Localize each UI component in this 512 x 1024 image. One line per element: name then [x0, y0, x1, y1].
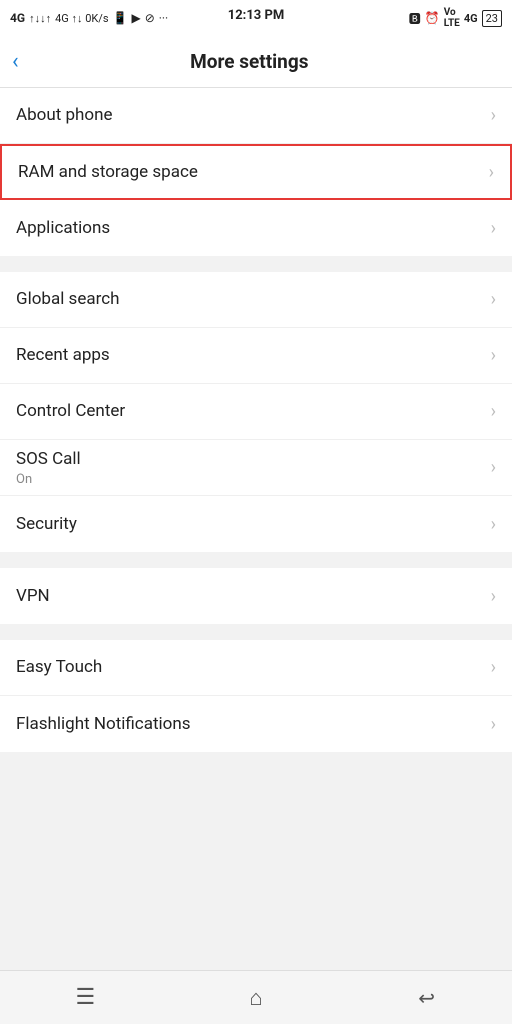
lte-label: VoLTE	[444, 7, 460, 29]
status-time: 12:13 PM	[228, 8, 285, 23]
bluetooth-icon: 🅱	[409, 10, 421, 27]
alarm-icon: ⏰	[425, 11, 440, 25]
header: ‹ More settings	[0, 36, 512, 88]
settings-item-recent-apps[interactable]: Recent apps ›	[0, 328, 512, 384]
back-button[interactable]: ‹	[12, 43, 29, 80]
battery-indicator: 23	[482, 10, 502, 27]
about-phone-label: About phone	[16, 104, 113, 126]
security-label: Security	[16, 513, 77, 535]
nav-menu-button[interactable]: ☰	[55, 978, 115, 1018]
section-vpn: VPN ›	[0, 568, 512, 624]
status-bar: 4G ↑↓↓↑ 4G ↑↓ 0K/s 📱 ▶ ⊘ ··· 12:13 PM 🅱 …	[0, 0, 512, 36]
section-features: Global search › Recent apps › Control Ce…	[0, 272, 512, 552]
settings-item-global-search[interactable]: Global search ›	[0, 272, 512, 328]
item-content-applications: Applications	[16, 217, 110, 239]
item-content-vpn: VPN	[16, 585, 50, 607]
item-content-easy-touch: Easy Touch	[16, 656, 102, 678]
chevron-icon-about-phone: ›	[491, 105, 496, 126]
item-content-control-center: Control Center	[16, 400, 125, 422]
section-accessibility: Easy Touch › Flashlight Notifications ›	[0, 640, 512, 752]
content-padding	[0, 768, 512, 838]
4g-label: 4G	[464, 12, 478, 25]
chevron-icon-easy-touch: ›	[491, 657, 496, 678]
settings-item-flashlight-notifications[interactable]: Flashlight Notifications ›	[0, 696, 512, 752]
settings-item-easy-touch[interactable]: Easy Touch ›	[0, 640, 512, 696]
data-speed: 4G ↑↓ 0K/s	[55, 12, 108, 25]
chevron-icon-sos-call: ›	[491, 457, 496, 478]
settings-item-sos-call[interactable]: SOS Call On ›	[0, 440, 512, 496]
settings-content: About phone › RAM and storage space › Ap…	[0, 88, 512, 838]
whatsapp-icon: 📱	[113, 11, 128, 25]
nav-home-button[interactable]: ⌂	[226, 978, 286, 1018]
chevron-icon-vpn: ›	[491, 586, 496, 607]
ram-storage-label: RAM and storage space	[18, 161, 198, 183]
vpn-label: VPN	[16, 585, 50, 607]
chevron-icon-control-center: ›	[491, 401, 496, 422]
chevron-icon-applications: ›	[491, 218, 496, 239]
flashlight-notifications-label: Flashlight Notifications	[16, 713, 191, 735]
settings-item-vpn[interactable]: VPN ›	[0, 568, 512, 624]
status-left: 4G ↑↓↓↑ 4G ↑↓ 0K/s 📱 ▶ ⊘ ···	[10, 11, 168, 25]
control-center-label: Control Center	[16, 400, 125, 422]
settings-item-applications[interactable]: Applications ›	[0, 200, 512, 256]
settings-item-control-center[interactable]: Control Center ›	[0, 384, 512, 440]
nav-back-button[interactable]: ↩	[397, 978, 457, 1018]
recent-apps-label: Recent apps	[16, 344, 110, 366]
sos-call-label: SOS Call	[16, 448, 81, 470]
sos-call-sublabel: On	[16, 472, 81, 487]
page-title: More settings	[29, 50, 470, 73]
status-right: 🅱 ⏰ VoLTE 4G 23	[409, 7, 502, 29]
back-nav-icon: ↩	[418, 986, 435, 1010]
section-device: About phone › RAM and storage space › Ap…	[0, 88, 512, 256]
item-content-about-phone: About phone	[16, 104, 113, 126]
item-content-global-search: Global search	[16, 288, 119, 310]
settings-item-about-phone[interactable]: About phone ›	[0, 88, 512, 144]
chevron-icon-ram-storage: ›	[489, 162, 494, 183]
signal-bars: ↑↓↓↑	[29, 12, 51, 25]
signal-text: 4G	[10, 11, 25, 25]
settings-item-security[interactable]: Security ›	[0, 496, 512, 552]
hamburger-icon: ☰	[75, 985, 95, 1010]
settings-item-ram-storage[interactable]: RAM and storage space ›	[0, 144, 512, 200]
item-content-sos-call: SOS Call On	[16, 448, 81, 487]
item-content-recent-apps: Recent apps	[16, 344, 110, 366]
chevron-icon-global-search: ›	[491, 289, 496, 310]
gap-2	[0, 560, 512, 568]
chevron-icon-security: ›	[491, 514, 496, 535]
bottom-nav: ☰ ⌂ ↩	[0, 970, 512, 1024]
gap-4	[0, 760, 512, 768]
easy-touch-label: Easy Touch	[16, 656, 102, 678]
item-content-security: Security	[16, 513, 77, 535]
more-icon: ···	[159, 11, 168, 25]
gap-3	[0, 632, 512, 640]
home-icon: ⌂	[249, 985, 262, 1011]
global-search-label: Global search	[16, 288, 119, 310]
screen-record-icon: ▶	[131, 11, 140, 25]
chevron-icon-recent-apps: ›	[491, 345, 496, 366]
dnd-icon: ⊘	[145, 11, 155, 25]
item-content-ram-storage: RAM and storage space	[18, 161, 198, 183]
gap-1	[0, 264, 512, 272]
applications-label: Applications	[16, 217, 110, 239]
chevron-icon-flashlight-notifications: ›	[491, 714, 496, 735]
item-content-flashlight-notifications: Flashlight Notifications	[16, 713, 191, 735]
